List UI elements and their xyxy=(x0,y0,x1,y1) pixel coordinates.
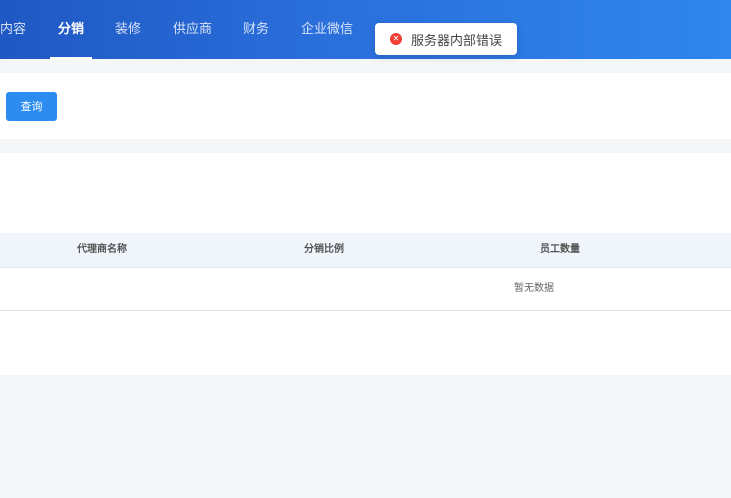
table-header: 代理商名称 分销比例 员工数量 xyxy=(0,233,731,268)
table-panel: 代理商名称 分销比例 员工数量 暂无数据 xyxy=(0,153,731,375)
top-navigation-bar: 内容 分销 装修 供应商 财务 企业微信 ✕ 服务器内部错误 xyxy=(0,0,731,59)
column-header-agent-name: 代理商名称 xyxy=(77,244,127,255)
empty-table-row: 暂无数据 xyxy=(0,268,731,311)
nav-item-content[interactable]: 内容 xyxy=(0,0,26,59)
nav-item-supplier[interactable]: 供应商 xyxy=(173,0,212,59)
filter-panel: 查询 xyxy=(0,73,731,139)
column-header-distribution-ratio: 分销比例 xyxy=(304,244,344,255)
query-button[interactable]: 查询 xyxy=(6,92,57,121)
error-toast: ✕ 服务器内部错误 xyxy=(375,23,517,55)
nav-item-wecom[interactable]: 企业微信 xyxy=(301,0,353,59)
empty-state-text: 暂无数据 xyxy=(514,283,554,294)
toast-message: 服务器内部错误 xyxy=(411,33,503,49)
nav-item-finance[interactable]: 财务 xyxy=(243,0,269,59)
nav-item-distribution[interactable]: 分销 xyxy=(49,0,93,59)
nav-item-decoration[interactable]: 装修 xyxy=(115,0,141,59)
column-header-employee-count: 员工数量 xyxy=(540,244,580,255)
error-circle-icon: ✕ xyxy=(390,33,402,45)
